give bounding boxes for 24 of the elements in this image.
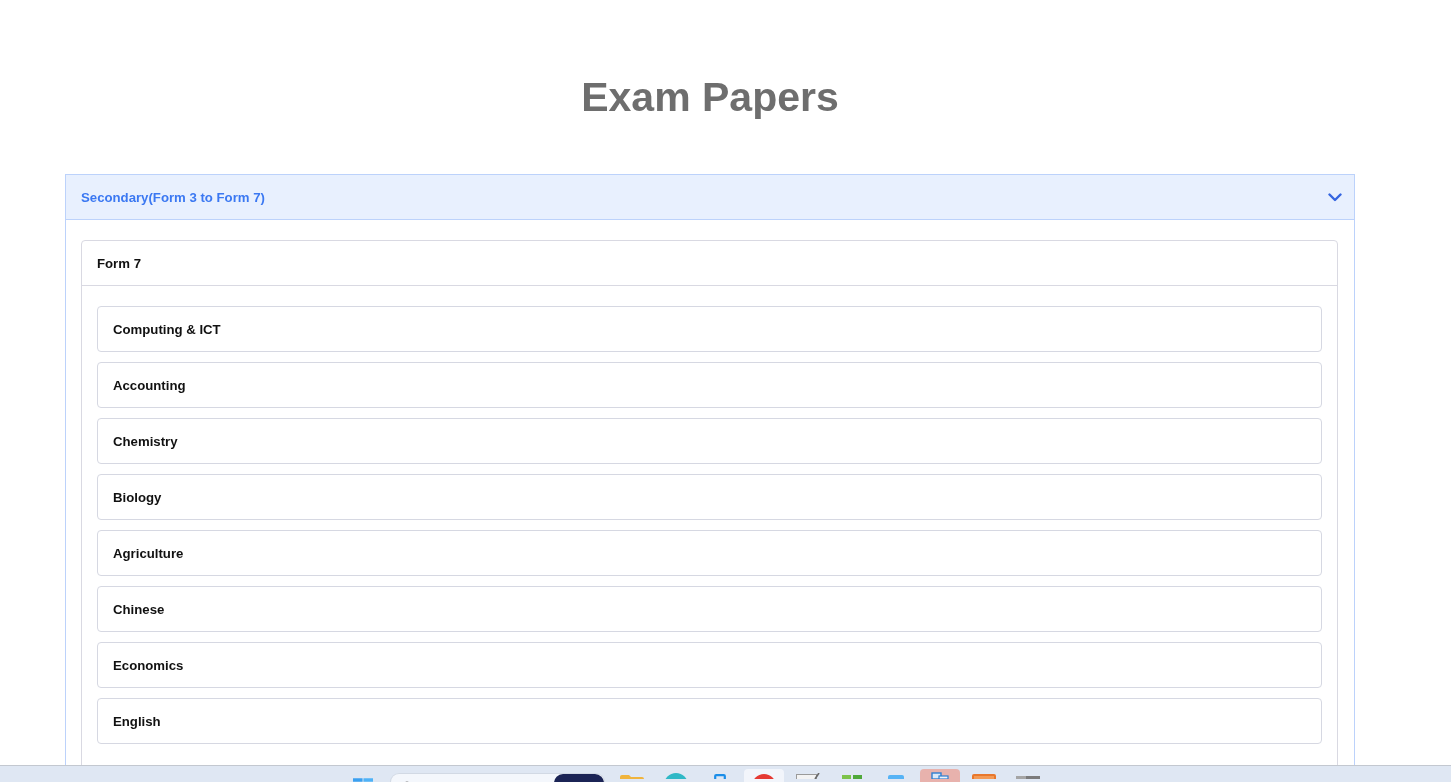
phone-icon [714,774,726,779]
box-icon [972,774,996,779]
subject-item[interactable]: Agriculture [97,530,1322,576]
start-menu-icon [353,778,373,782]
subject-item[interactable]: Economics [97,642,1322,688]
subject-item[interactable]: Biology [97,474,1322,520]
tablet-icon [888,775,904,779]
picture-placeholder [554,774,604,782]
folder-icon [620,775,644,779]
accordion-header[interactable]: Secondary(Form 3 to Form 7) [66,175,1354,220]
grid-icon [842,775,862,779]
subject-item[interactable]: Accounting [97,362,1322,408]
subject-item[interactable]: Chinese [97,586,1322,632]
subject-item[interactable]: Chemistry [97,418,1322,464]
chevron-down-icon [1328,192,1342,202]
taskbar-button[interactable] [920,769,960,782]
drive-icon [1016,776,1040,779]
form-title: Form 7 [97,255,141,271]
page-title: Exam Papers [580,73,840,122]
document-icon [931,772,949,779]
taskbar-button[interactable] [744,769,784,782]
notepad-icon [796,773,820,779]
subject-item[interactable]: English [97,698,1322,744]
subject-item[interactable]: Computing & ICT [97,306,1322,352]
